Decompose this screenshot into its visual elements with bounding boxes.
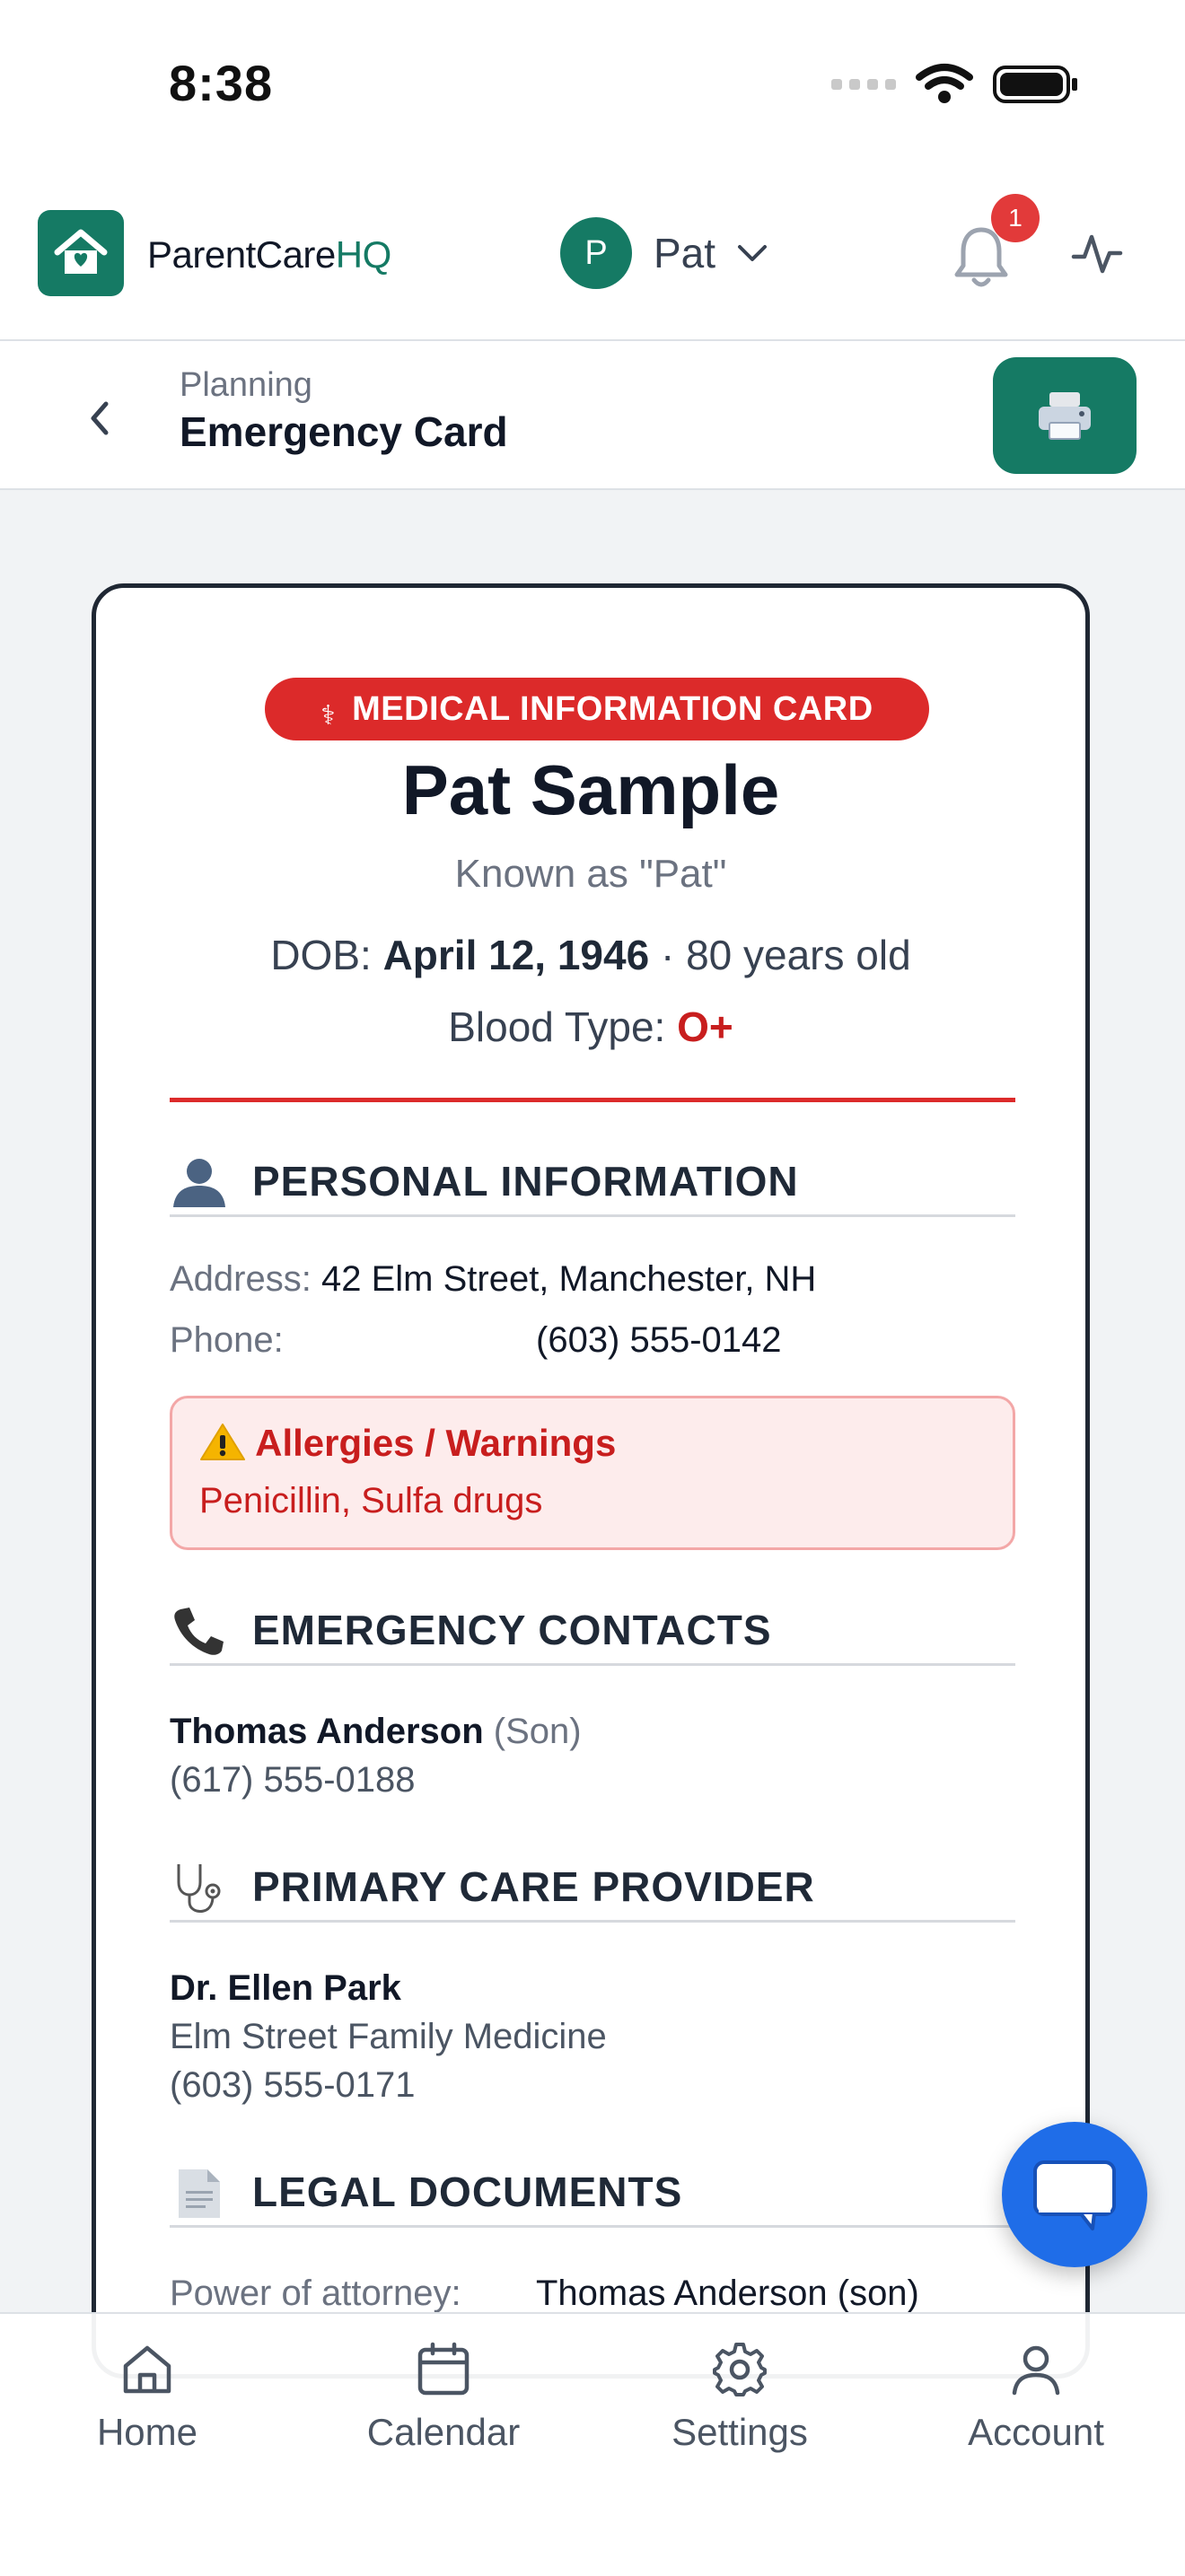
notification-badge: 1 [991,194,1040,242]
caduceus-icon: ⚕ [320,700,337,731]
home-icon [123,2345,171,2394]
calendar-icon [417,2342,470,2396]
nav-home[interactable]: Home [40,2341,255,2454]
sub-header: Planning Emergency Card [0,341,1185,490]
battery-icon [993,66,1077,103]
date-of-birth: DOB: April 12, 1946 · 80 years old [270,932,911,978]
home-heart-icon [54,229,108,274]
nav-calendar[interactable]: Calendar [336,2341,551,2454]
status-bar: 8:38 [0,0,1185,171]
nav-settings[interactable]: Settings [632,2341,847,2454]
warning-icon [200,1424,245,1460]
phone-label: Phone: [170,1320,284,1360]
status-time: 8:38 [169,55,274,111]
chevron-down-icon [738,245,768,261]
app-logo[interactable] [38,210,124,296]
printer-icon [1039,392,1091,440]
poa-label: Power of attorney: [170,2274,461,2313]
app-header: ParentCareHQ P Pat 1 [0,171,1185,341]
person-icon [173,1159,225,1207]
provider-name: Dr. Ellen Park [170,1968,401,2008]
provider-practice: Elm Street Family Medicine [170,2017,607,2056]
divider [170,1098,1015,1102]
address-row: Address: 42 Elm Street, Manchester, NH [170,1259,817,1299]
account-icon [1012,2345,1060,2396]
wifi-icon [916,64,973,103]
allergies-text: Penicillin, Sulfa drugs [199,1481,543,1520]
activity-icon[interactable] [1070,226,1124,280]
allergies-warning: Allergies / Warnings Penicillin, Sulfa d… [170,1396,1015,1550]
stethoscope-icon [177,1864,221,1913]
avatar: P [560,217,632,289]
cellular-signal-icon [831,79,896,90]
bottom-nav: Home Calendar Settings Account [0,2312,1185,2576]
brand-name: ParentCareHQ [147,233,391,276]
page-title: Emergency Card [180,408,508,455]
gear-icon [713,2343,767,2396]
status-icons [831,63,1079,106]
contact-name: Thomas Anderson (Son) [170,1712,582,1751]
emergency-card: ⚕ MEDICAL INFORMATION CARD Pat Sample Kn… [92,583,1090,2379]
phone-value: (603) 555-0142 [536,1320,782,1360]
contact-phone: (617) 555-0188 [170,1760,416,1800]
document-icon [179,2169,220,2218]
breadcrumb[interactable]: Planning [180,366,312,405]
back-chevron-icon[interactable] [81,391,117,445]
section-personal: PERSONAL INFORMATION [170,1152,1015,1217]
profile-switcher[interactable]: P Pat [560,217,768,289]
known-as: Known as "Pat" [454,852,727,896]
nav-account[interactable]: Account [928,2341,1144,2454]
section-legal: LEGAL DOCUMENTS [170,2162,1015,2228]
section-contacts: EMERGENCY CONTACTS [170,1600,1015,1666]
poa-value: Thomas Anderson (son) [536,2274,919,2313]
profile-name: Pat [654,230,716,276]
blood-type: Blood Type: O+ [448,1003,733,1050]
provider-phone: (603) 555-0171 [170,2065,416,2105]
patient-name: Pat Sample [401,750,780,829]
medical-card-badge: ⚕ MEDICAL INFORMATION CARD [265,678,929,740]
section-provider: PRIMARY CARE PROVIDER [170,1857,1015,1923]
chat-button[interactable] [1002,2122,1147,2267]
print-button[interactable] [993,357,1137,474]
chat-bubble-icon [1033,2160,1116,2230]
phone-icon [174,1608,224,1655]
